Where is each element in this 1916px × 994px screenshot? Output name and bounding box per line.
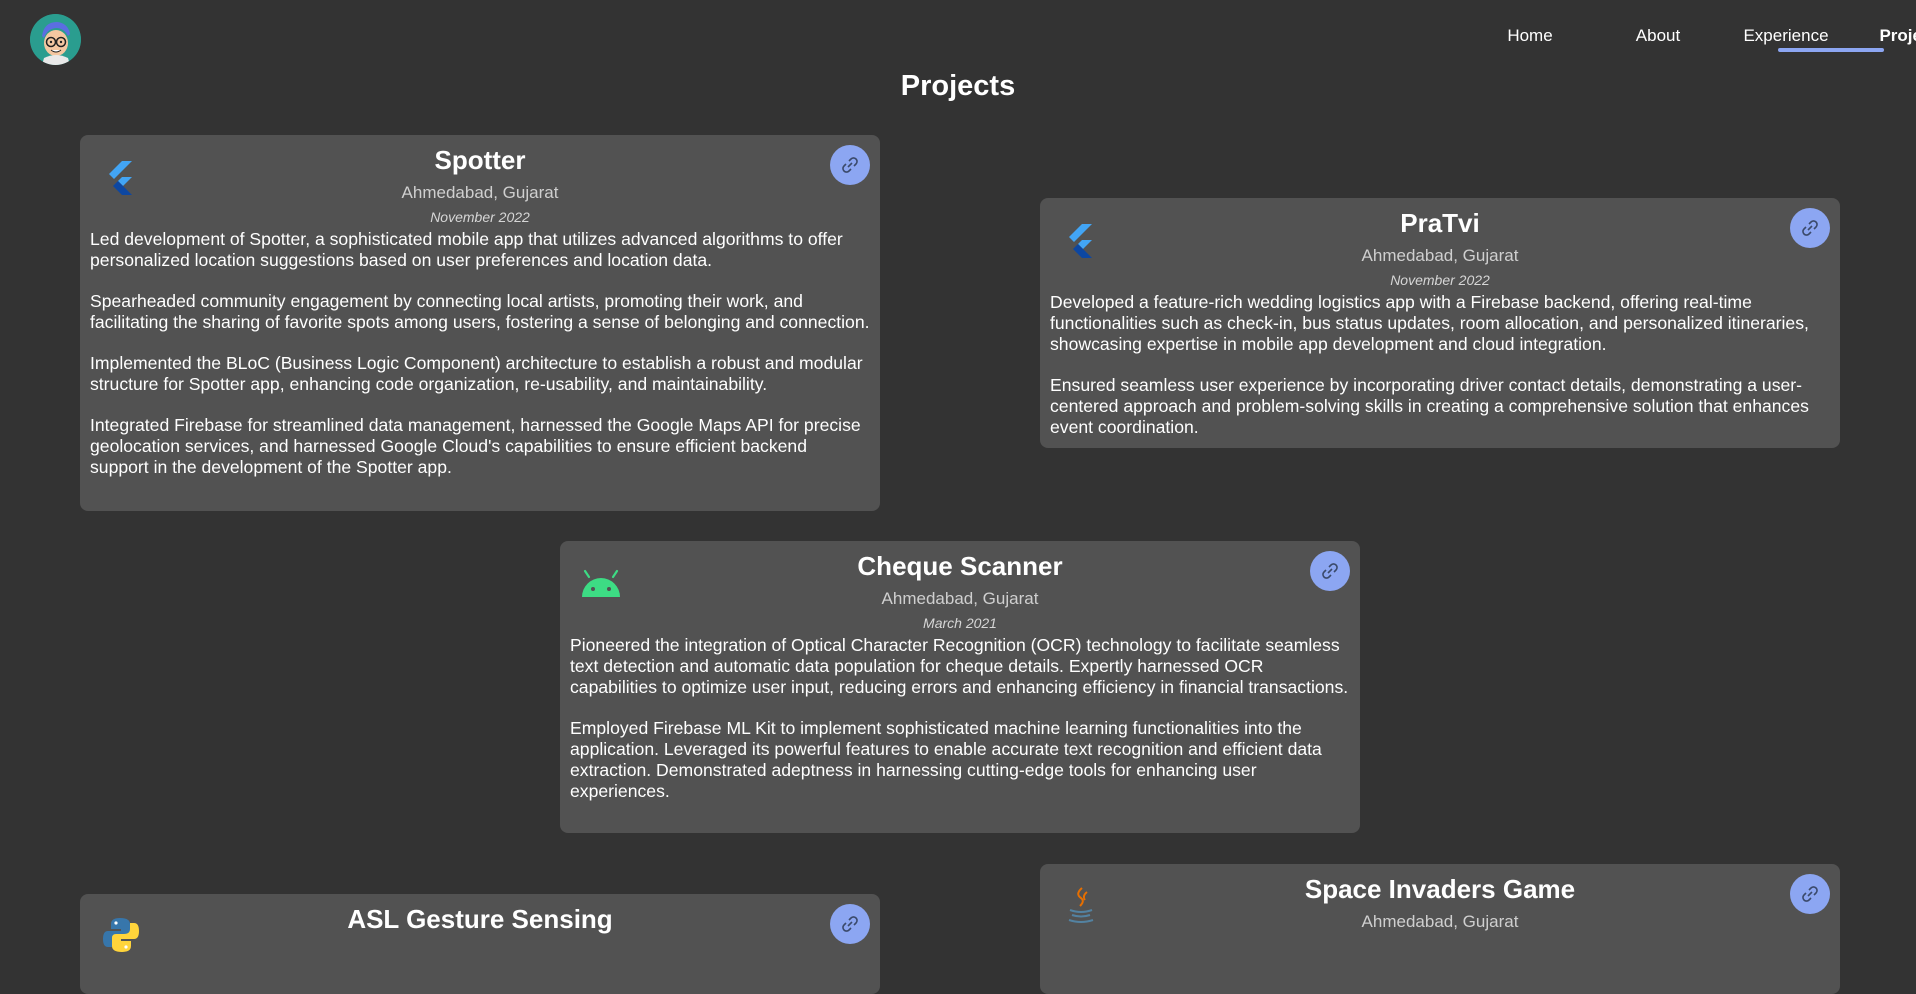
avatar-illustration [30,14,81,65]
project-date: March 2021 [923,615,997,631]
project-date: November 2022 [430,209,530,225]
python-icon [100,914,142,956]
link-icon [1802,220,1818,236]
project-bullet: Spearheaded community engagement by conn… [90,291,870,332]
project-card-pratvi: PraTvi Ahmedabad, Gujarat November 2022 … [1040,198,1840,448]
project-bullet: Led development of Spotter, a sophistica… [90,229,843,270]
project-title: ASL Gesture Sensing [347,904,613,934]
project-location: Ahmedabad, Gujarat [1361,912,1519,931]
nav-experience-link[interactable]: Experience [1733,26,1839,46]
project-card-asl-gesture-sensing: ASL Gesture Sensing [80,894,880,994]
link-icon [1322,563,1338,579]
project-link-button[interactable] [830,904,870,944]
nav-projects-link[interactable]: Projects [1860,26,1916,46]
avatar[interactable] [30,14,81,65]
project-card-cheque-scanner: Cheque Scanner Ahmedabad, Gujarat March … [560,541,1360,833]
project-bullet: Pioneered the integration of Optical Cha… [570,635,1349,697]
project-description: Developed a feature-rich wedding logisti… [1050,292,1830,438]
project-card-spotter: Spotter Ahmedabad, Gujarat November 2022… [80,135,880,511]
project-title: Spotter [434,145,526,175]
project-location: Ahmedabad, Gujarat [401,183,559,202]
page-title: Projects [900,70,1016,102]
project-card-space-invaders-game: Space Invaders Game Ahmedabad, Gujarat [1040,864,1840,994]
project-description: Pioneered the integration of Optical Cha… [570,635,1350,802]
project-location: Ahmedabad, Gujarat [881,589,1039,608]
link-icon [842,157,858,173]
project-description: Led development of Spotter, a sophistica… [90,229,870,478]
android-icon [580,561,622,603]
project-link-button[interactable] [1310,551,1350,591]
project-title: Cheque Scanner [857,551,1063,581]
project-bullet: Ensured seamless user experience by inco… [1050,375,1809,437]
project-title: Space Invaders Game [1304,874,1576,904]
java-icon [1060,884,1102,926]
project-bullet: Developed a feature-rich wedding logisti… [1050,292,1809,354]
project-link-button[interactable] [1790,874,1830,914]
project-link-button[interactable] [1790,208,1830,248]
flutter-icon [1060,218,1102,260]
project-link-button[interactable] [830,145,870,185]
link-icon [842,916,858,932]
nav-home-link[interactable]: Home [1477,26,1583,46]
project-bullet: Implemented the BLoC (Business Logic Com… [90,353,863,394]
project-location: Ahmedabad, Gujarat [1361,246,1519,265]
project-title: PraTvi [1400,208,1480,238]
project-bullet: Employed Firebase ML Kit to implement so… [570,718,1322,801]
link-icon [1802,886,1818,902]
nav-about-link[interactable]: About [1605,26,1711,46]
flutter-icon [100,155,142,197]
project-bullet: Integrated Firebase for streamlined data… [90,415,861,477]
active-nav-indicator [1778,48,1884,52]
project-date: November 2022 [1390,272,1490,288]
